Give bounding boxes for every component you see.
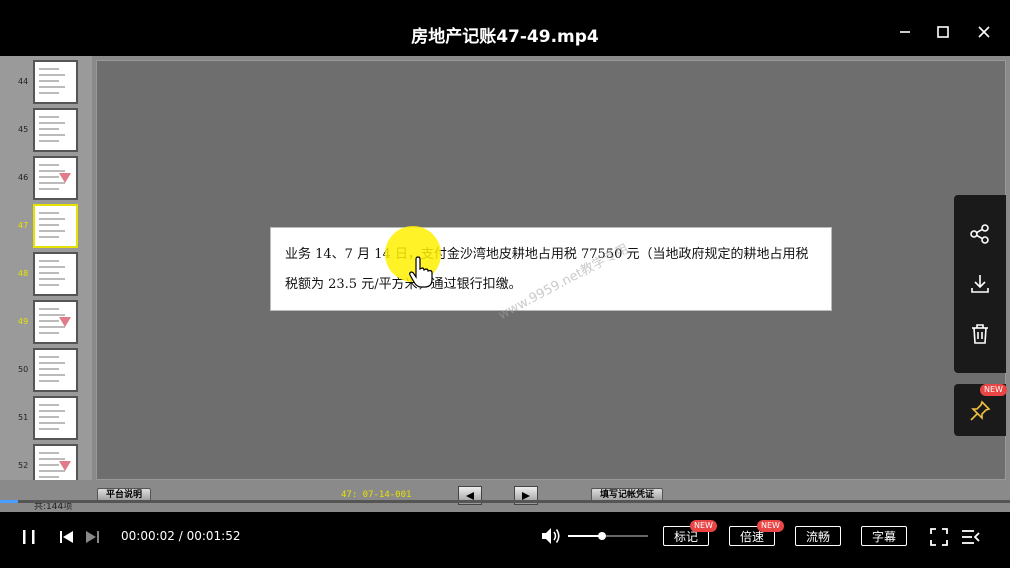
slide-thumbnail-number: 44 — [18, 77, 29, 86]
slide-toolbar: 共:144项 平台说明 47: 07-14-001 填写记帐凭证 — [0, 480, 1010, 512]
slide-thumbnail-preview — [33, 348, 78, 392]
slide-thumbnail-number: 48 — [18, 269, 29, 278]
mark-new-badge: NEW — [690, 520, 717, 532]
slide-code: 47: 07-14-001 — [341, 490, 412, 500]
slide-thumbnail-preview — [33, 396, 78, 440]
slide-progress-fill — [0, 500, 19, 503]
time-display: 00:00:02 / 00:01:52 — [121, 529, 241, 543]
slide-thumbnail-number: 50 — [18, 365, 29, 374]
maximize-button[interactable] — [933, 22, 953, 42]
delete-button[interactable] — [967, 321, 993, 347]
previous-icon — [60, 531, 73, 543]
title-bar: 房地产记账47-49.mp4 — [0, 0, 1010, 56]
triangle-right-icon — [522, 491, 530, 500]
pin-new-badge: NEW — [980, 384, 1007, 396]
delete-icon — [972, 324, 988, 344]
fullscreen-button[interactable] — [929, 527, 949, 547]
slide-thumbnail-preview — [33, 156, 78, 200]
subtitle-label: 字幕 — [871, 529, 896, 544]
pause-button[interactable] — [20, 528, 38, 546]
minimize-button[interactable] — [895, 22, 915, 42]
pause-icon — [23, 530, 35, 544]
pin-panel: NEW — [954, 384, 1007, 436]
fullscreen-icon — [930, 528, 948, 546]
speed-new-badge: NEW — [757, 520, 784, 532]
slide-text-line-1: 业务 14、7 月 14 日，支付金沙湾地皮耕地占用税 77550 元（当地政府… — [285, 247, 809, 262]
slide-thumbnail[interactable]: 44 — [0, 60, 92, 104]
quality-button[interactable]: 流畅 — [795, 526, 841, 546]
maximize-icon — [937, 26, 949, 38]
slide-thumbnail-number: 47 — [18, 221, 29, 230]
share-icon — [970, 224, 989, 244]
slide-text-box: 业务 14、7 月 14 日，支付金沙湾地皮耕地占用税 77550 元（当地政府… — [270, 227, 832, 311]
window-title: 房地产记账47-49.mp4 — [411, 27, 599, 47]
volume-button[interactable] — [540, 526, 562, 546]
previous-button[interactable] — [57, 528, 75, 546]
player-controls: 00:00:02 / 00:01:52 标记 NEW 倍速 NEW 流畅 字幕 — [0, 512, 1010, 568]
slide-progress-bar[interactable] — [0, 500, 1010, 503]
volume-knob[interactable] — [597, 532, 606, 540]
next-button[interactable] — [84, 528, 102, 546]
slide-thumbnail[interactable]: 51 — [0, 396, 92, 440]
slide-thumbnail[interactable]: 50 — [0, 348, 92, 392]
slide-thumbnail[interactable]: 49 — [0, 300, 92, 344]
download-icon — [971, 275, 989, 293]
next-icon — [86, 531, 99, 543]
volume-icon — [542, 528, 560, 544]
slide-thumbnail-number: 51 — [18, 413, 29, 422]
download-button[interactable] — [967, 271, 993, 297]
pin-button[interactable] — [967, 398, 993, 424]
slide-thumbnail-preview — [33, 108, 78, 152]
slide-thumbnail[interactable]: 47 — [0, 204, 92, 248]
quality-label: 流畅 — [805, 529, 830, 544]
pin-icon — [970, 400, 991, 421]
slide-thumbnail-panel: 44 45 46 47 48 49 50 51 52 — [0, 56, 92, 501]
subtitle-button[interactable]: 字幕 — [861, 526, 907, 546]
slide-thumbnail[interactable]: 46 — [0, 156, 92, 200]
slide-thumbnail[interactable]: 48 — [0, 252, 92, 296]
triangle-left-icon — [466, 491, 474, 500]
close-icon — [978, 26, 990, 38]
side-action-panel — [954, 195, 1006, 373]
slide-thumbnail-number: 49 — [18, 317, 29, 326]
slide-thumbnail[interactable]: 45 — [0, 108, 92, 152]
share-button[interactable] — [967, 221, 993, 247]
volume-level — [568, 535, 602, 537]
close-button[interactable] — [974, 22, 994, 42]
slide-thumbnail-preview — [33, 60, 78, 104]
video-frame[interactable]: 44 45 46 47 48 49 50 51 52 业务 14、7 月 14 日，支付金沙湾地… — [0, 56, 1010, 512]
minimize-icon — [900, 31, 910, 33]
playlist-icon — [962, 530, 980, 544]
slide-thumbnail-number: 46 — [18, 173, 29, 182]
slide-thumbnail-preview — [33, 204, 78, 248]
slide-thumbnail-number: 45 — [18, 125, 29, 134]
slide-thumbnail-number: 52 — [18, 461, 29, 470]
volume-slider[interactable] — [568, 532, 648, 540]
playlist-button[interactable] — [961, 527, 981, 547]
slide-thumbnail-preview — [33, 300, 78, 344]
hand-cursor-icon — [409, 256, 433, 288]
slide-thumbnail-preview — [33, 252, 78, 296]
